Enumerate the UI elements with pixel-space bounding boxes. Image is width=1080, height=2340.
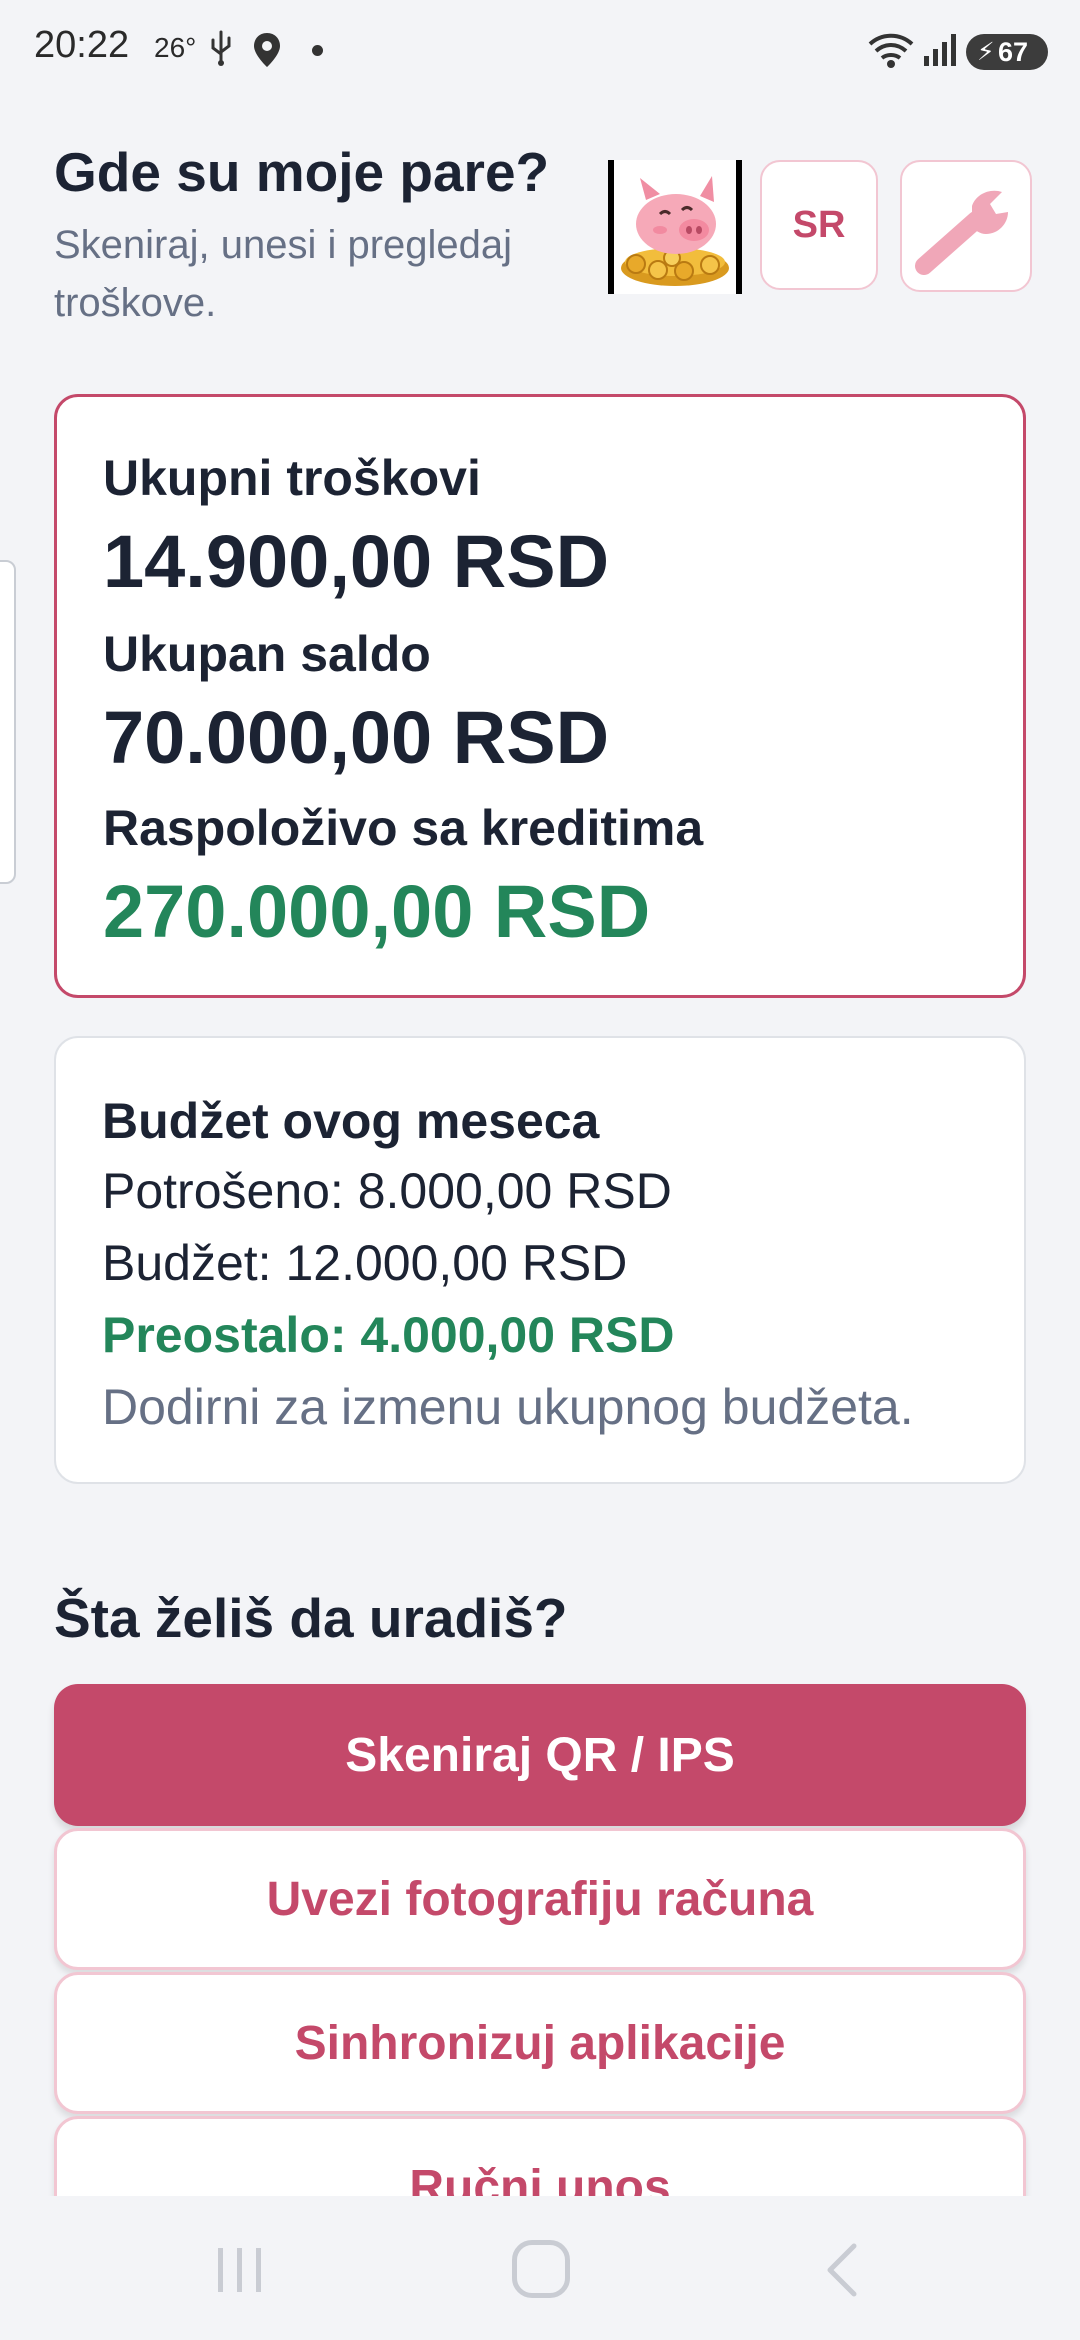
settings-button[interactable] — [900, 160, 1032, 292]
total-expenses-value: 14.900,00 RSD — [103, 520, 610, 603]
budget-total: Budžet: 12.000,00 RSD — [102, 1235, 628, 1291]
total-balance-label: Ukupan saldo — [103, 626, 431, 682]
available-with-credit-label: Raspoloživo sa kreditima — [103, 800, 704, 856]
total-balance-value: 70.000,00 RSD — [103, 696, 610, 779]
budget-remaining: Preostalo: 4.000,00 RSD — [102, 1307, 675, 1363]
monthly-budget-card[interactable]: Budžet ovog meseca Potrošeno: 8.000,00 R… — [54, 1036, 1026, 1484]
wrench-icon — [915, 190, 1008, 275]
manual-entry-button[interactable]: Ručni unos — [54, 2116, 1026, 2196]
home-icon[interactable] — [512, 2240, 570, 2298]
available-with-credit-value: 270.000,00 RSD — [103, 870, 651, 953]
budget-spent: Potrošeno: 8.000,00 RSD — [102, 1163, 672, 1219]
piggy-bank-coins-icon — [621, 176, 729, 286]
recent-apps-icon[interactable] — [214, 2244, 266, 2296]
import-receipt-photo-button[interactable]: Uvezi fotografiju računa — [54, 1828, 1026, 1970]
total-expenses-label: Ukupni troškovi — [103, 450, 481, 506]
back-icon[interactable] — [822, 2240, 862, 2300]
edge-panel-handle[interactable] — [0, 560, 16, 884]
language-button[interactable]: SR — [760, 160, 878, 290]
sync-apps-button[interactable]: Sinhronizuj aplikacije — [54, 1972, 1026, 2114]
page-subtitle: Skeniraj, unesi i pregledaj troškove. — [54, 223, 513, 325]
budget-title: Budžet ovog meseca — [102, 1093, 600, 1149]
budget-edit-hint: Dodirni za izmenu ukupnog budžeta. — [102, 1379, 914, 1435]
actions-section-title: Šta želiš da uradiš? — [54, 1587, 568, 1649]
page-title: Gde su moje pare? — [54, 141, 550, 203]
app-logo — [608, 160, 742, 294]
summary-card[interactable]: Ukupni troškovi 14.900,00 RSD Ukupan sal… — [54, 394, 1026, 998]
scan-qr-ips-button[interactable]: Skeniraj QR / IPS — [54, 1684, 1026, 1826]
scroll-content[interactable]: Gde su moje pare? Skeniraj, unesi i preg… — [0, 0, 1080, 2196]
